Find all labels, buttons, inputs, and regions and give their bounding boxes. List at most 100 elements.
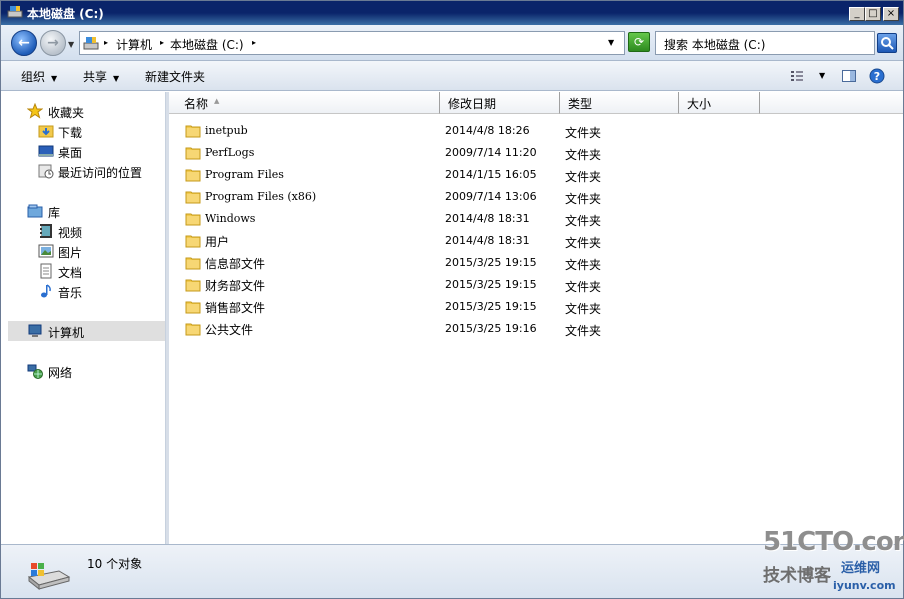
refresh-icon: ⟳: [633, 35, 645, 49]
nav-item-documents[interactable]: 文档: [1, 261, 165, 281]
file-list: 名称 ▲ 修改日期 类型 大小 inetpub 2014/4/8 18:26 文…: [169, 92, 903, 544]
view-options-icon[interactable]: [789, 68, 805, 84]
new-folder-button[interactable]: 新建文件夹: [145, 68, 205, 85]
file-row[interactable]: 销售部文件 2015/3/25 19:15 文件夹: [169, 296, 903, 318]
crumb-separator-icon[interactable]: ▸: [160, 38, 164, 47]
file-date: 2015/3/25 19:16: [445, 322, 537, 335]
nav-item-libraries[interactable]: 库: [1, 201, 165, 221]
file-type: 文件夹: [565, 214, 602, 228]
file-name: inetpub: [205, 124, 248, 137]
nav-label: 桌面: [58, 146, 83, 160]
nav-label: 收藏夹: [48, 106, 85, 120]
column-header-name[interactable]: 名称 ▲: [169, 92, 440, 114]
nav-item-favorites[interactable]: 收藏夹: [1, 101, 165, 121]
nav-item-downloads[interactable]: 下载: [1, 121, 165, 141]
column-header-date[interactable]: 修改日期: [440, 92, 560, 114]
nav-label: 库: [48, 206, 61, 220]
nav-item-pictures[interactable]: 图片: [1, 241, 165, 261]
forward-arrow-icon: →: [47, 35, 59, 51]
nav-label: 视频: [58, 226, 83, 240]
nav-item-recent[interactable]: 最近访问的位置: [1, 161, 165, 181]
organize-label: 组织: [21, 70, 46, 84]
crumb-separator-icon[interactable]: ▸: [252, 38, 256, 47]
refresh-button[interactable]: ⟳: [628, 32, 650, 52]
watermark-site: 51CTO.com: [763, 527, 904, 557]
file-date: 2014/4/8 18:31: [445, 234, 530, 247]
help-icon[interactable]: ?: [869, 68, 885, 84]
file-type: 文件夹: [565, 192, 602, 206]
search-input[interactable]: 搜索 本地磁盘 (C:): [655, 31, 875, 55]
computer-icon: [28, 324, 42, 337]
file-date: 2014/1/15 16:05: [445, 168, 537, 181]
column-header-size[interactable]: 大小: [679, 92, 760, 114]
nav-label: 网络: [48, 366, 73, 380]
video-icon: [40, 224, 52, 238]
file-row[interactable]: Program Files 2014/1/15 16:05 文件夹: [169, 164, 903, 186]
file-name: 信息部文件: [205, 257, 266, 271]
star-icon: [27, 103, 43, 119]
nav-label: 下载: [58, 126, 83, 140]
folder-icon: [185, 147, 201, 160]
view-dropdown-icon[interactable]: ▼: [819, 71, 825, 80]
chevron-down-icon: ▼: [51, 74, 58, 83]
document-icon: [40, 263, 52, 279]
file-row[interactable]: Windows 2014/4/8 18:31 文件夹: [169, 208, 903, 230]
file-row[interactable]: inetpub 2014/4/8 18:26 文件夹: [169, 120, 903, 142]
folder-icon: [185, 257, 201, 270]
watermark-tagline2: 运维网: [841, 561, 881, 576]
watermark: 51CTO.com 技术博客 运维网 iyunv.com: [761, 527, 904, 597]
forward-button[interactable]: →: [40, 30, 66, 56]
nav-label: 计算机: [48, 326, 85, 340]
file-date: 2014/4/8 18:26: [445, 124, 530, 137]
back-button[interactable]: ←: [11, 30, 37, 56]
folder-icon: [185, 279, 201, 292]
nav-item-music[interactable]: 音乐: [1, 281, 165, 301]
file-type: 文件夹: [565, 302, 602, 316]
file-name: 销售部文件: [205, 301, 266, 315]
file-name: 公共文件: [205, 323, 254, 337]
file-row[interactable]: 公共文件 2015/3/25 19:16 文件夹: [169, 318, 903, 340]
share-button[interactable]: 共享 ▼: [83, 68, 119, 85]
column-header-blank: [760, 92, 903, 114]
file-type: 文件夹: [565, 280, 602, 294]
organize-button[interactable]: 组织 ▼: [21, 68, 57, 85]
title-bar[interactable]: 本地磁盘 (C:) _ □ ×: [1, 1, 903, 25]
file-row[interactable]: PerfLogs 2009/7/14 11:20 文件夹: [169, 142, 903, 164]
address-dropdown-icon[interactable]: ▼: [608, 38, 614, 47]
recent-places-icon: [38, 164, 54, 179]
nav-item-desktop[interactable]: 桌面: [1, 141, 165, 161]
file-type: 文件夹: [565, 170, 602, 184]
maximize-button[interactable]: □: [865, 7, 881, 21]
search-button[interactable]: [877, 33, 897, 53]
file-name: 财务部文件: [205, 279, 266, 293]
file-name: Program Files (x86): [205, 190, 317, 203]
crumb-separator-icon[interactable]: ▸: [104, 38, 108, 47]
file-date: 2015/3/25 19:15: [445, 256, 537, 269]
nav-item-network[interactable]: 网络: [1, 361, 165, 381]
close-button[interactable]: ×: [883, 7, 899, 21]
nav-item-videos[interactable]: 视频: [1, 221, 165, 241]
folder-icon: [185, 301, 201, 314]
file-row[interactable]: 财务部文件 2015/3/25 19:15 文件夹: [169, 274, 903, 296]
crumb-computer[interactable]: 计算机: [116, 36, 152, 53]
file-date: 2009/7/14 13:06: [445, 190, 537, 203]
crumb-local-disk[interactable]: 本地磁盘 (C:): [170, 36, 244, 53]
column-label: 名称: [184, 97, 209, 111]
folder-icon: [185, 169, 201, 182]
file-row[interactable]: Program Files (x86) 2009/7/14 13:06 文件夹: [169, 186, 903, 208]
nav-item-computer[interactable]: 计算机: [8, 321, 165, 341]
folder-icon: [185, 125, 201, 138]
preview-pane-icon[interactable]: [841, 68, 857, 84]
folder-icon: [185, 323, 201, 336]
column-header-type[interactable]: 类型: [560, 92, 679, 114]
file-row[interactable]: 信息部文件 2015/3/25 19:15 文件夹: [169, 252, 903, 274]
address-bar[interactable]: ▸ 计算机 ▸ 本地磁盘 (C:) ▸ ▼: [79, 31, 625, 55]
file-type: 文件夹: [565, 148, 602, 162]
minimize-button[interactable]: _: [849, 7, 865, 21]
hard-drive-icon: [27, 563, 71, 591]
history-dropdown-icon[interactable]: ▼: [68, 40, 74, 49]
file-row[interactable]: 用户 2014/4/8 18:31 文件夹: [169, 230, 903, 252]
desktop-icon: [38, 145, 54, 157]
file-date: 2014/4/8 18:31: [445, 212, 530, 225]
address-row: ← → ▼ ▸ 计算机 ▸ 本地磁盘 (C:) ▸ ▼ ⟳ 搜索 本地磁盘 (C…: [1, 25, 903, 61]
